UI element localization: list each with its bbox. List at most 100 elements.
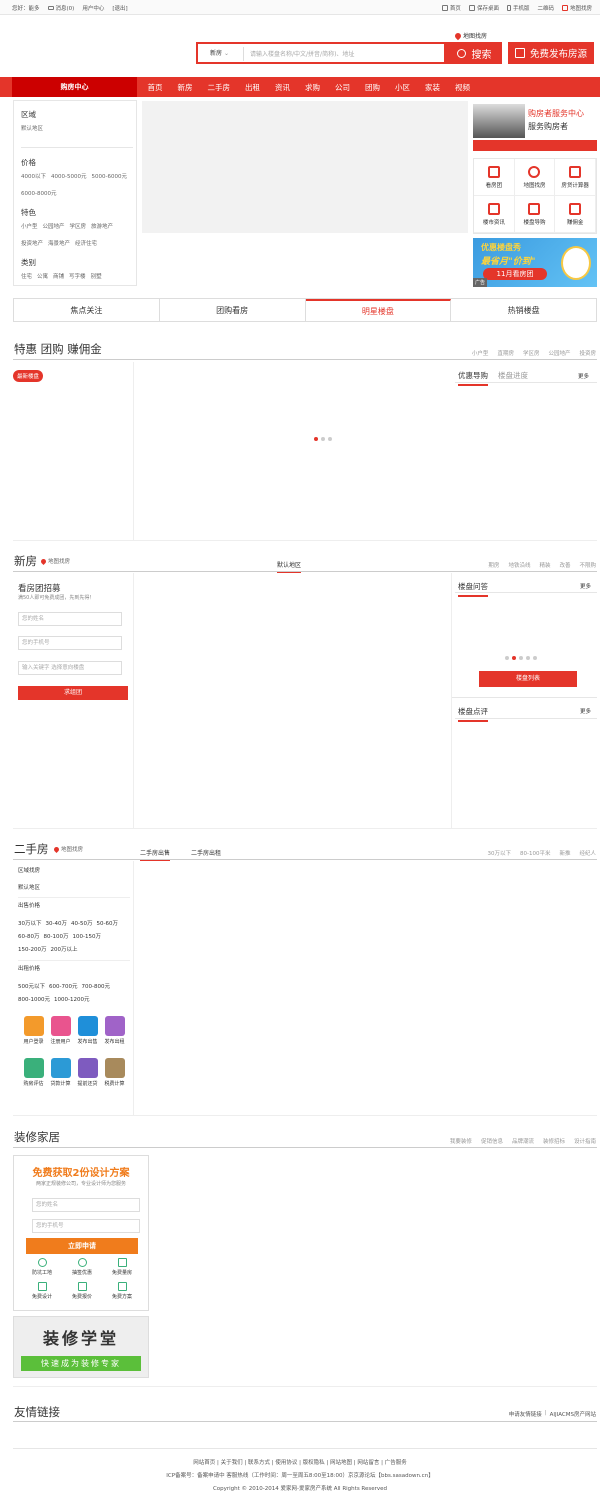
- apply-friend-link[interactable]: 申请友情链接: [509, 1410, 542, 1418]
- service-item-news[interactable]: 楼市资讯: [474, 196, 515, 233]
- tab-hot[interactable]: 热销楼盘: [451, 299, 596, 321]
- new-house-link[interactable]: 地铁沿线: [508, 561, 530, 569]
- area-filter-item[interactable]: 默认地区: [18, 883, 130, 894]
- nav-item-community[interactable]: 小区: [388, 82, 418, 93]
- footer-links[interactable]: 网站首页 | 关于我们 | 联系方式 | 使用协议 | 版权隐私 | 网站地图 …: [0, 1458, 600, 1466]
- filter-type-item[interactable]: 公寓: [37, 271, 48, 283]
- tool-tax-calc[interactable]: 税费计算: [101, 1058, 128, 1087]
- sale-price-item[interactable]: 200万以上: [50, 944, 77, 957]
- service-item-map[interactable]: 地图找房: [514, 159, 556, 196]
- tab-focus[interactable]: 焦点关注: [14, 299, 160, 321]
- name-input[interactable]: 您的姓名: [18, 612, 122, 626]
- sale-price-item[interactable]: 40-50万: [71, 918, 92, 931]
- nav-item-group[interactable]: 团购: [358, 82, 388, 93]
- main-banner-slider[interactable]: [142, 101, 468, 233]
- decor-link[interactable]: 促销信息: [481, 1137, 503, 1145]
- special-more-link[interactable]: 更多: [578, 372, 589, 380]
- sale-price-item[interactable]: 30万以下: [18, 918, 42, 931]
- decor-phone-input[interactable]: 您的手机号: [32, 1219, 140, 1233]
- slider-dot[interactable]: [533, 656, 537, 660]
- sale-price-item[interactable]: 30-40万: [46, 918, 67, 931]
- rent-price-item[interactable]: 1000-1200元: [54, 994, 89, 1007]
- sale-price-item[interactable]: 80-100万: [43, 931, 68, 944]
- service-item-guide[interactable]: 楼盘导购: [514, 196, 556, 233]
- nav-purchase-center[interactable]: 购房中心: [12, 77, 137, 97]
- publish-listing-button[interactable]: 免费发布房源: [508, 42, 594, 64]
- nav-item-new[interactable]: 新房: [170, 82, 200, 93]
- phone-input[interactable]: 您的手机号: [18, 636, 122, 650]
- filter-feature-item[interactable]: 旅游地产: [91, 221, 113, 233]
- tool-prepay[interactable]: 提前还贷: [74, 1058, 101, 1087]
- tab-deals-guide[interactable]: 优惠导购: [458, 370, 488, 386]
- rent-price-item[interactable]: 700-800元: [81, 981, 109, 994]
- keyword-input[interactable]: 输入关键字 选择意向楼盘: [18, 661, 122, 675]
- special-link[interactable]: 学区房: [523, 349, 540, 357]
- mobile-link[interactable]: 手机版: [506, 4, 529, 12]
- tool-login[interactable]: 用户登录: [20, 1016, 47, 1045]
- tab-group-tour[interactable]: 团购看房: [160, 299, 306, 321]
- qrcode-link[interactable]: 二维码: [537, 4, 554, 12]
- friend-link-site[interactable]: AIJIACMS房产网站: [550, 1410, 596, 1418]
- tool-post-rent[interactable]: 发布出租: [101, 1016, 128, 1045]
- tab-progress[interactable]: 楼盘进度: [498, 370, 528, 386]
- decor-feature[interactable]: 免费方案: [102, 1282, 142, 1300]
- sale-price-item[interactable]: 100-150万: [72, 931, 100, 944]
- filter-feature-item[interactable]: 投资地产: [21, 238, 43, 250]
- search-type-select[interactable]: 新房 ⌄: [200, 47, 244, 61]
- sale-price-item[interactable]: 150-200万: [18, 944, 46, 957]
- filter-type-item[interactable]: 别墅: [91, 271, 102, 283]
- secondhand-map-link[interactable]: 地图找房: [52, 845, 83, 853]
- secondhand-link[interactable]: 30万以下: [487, 849, 511, 857]
- user-center-link[interactable]: 用户中心: [82, 4, 104, 12]
- slider-dot[interactable]: [505, 656, 509, 660]
- filter-price-item[interactable]: 4000-5000元: [51, 171, 86, 183]
- special-link[interactable]: 投资房: [579, 349, 596, 357]
- special-link[interactable]: 公园地产: [548, 349, 570, 357]
- rent-price-item[interactable]: 500元以下: [18, 981, 45, 994]
- filter-type-item[interactable]: 住宅: [21, 271, 32, 283]
- slider-dot[interactable]: [512, 656, 516, 660]
- map-search-link-top[interactable]: 地图找房: [561, 4, 592, 12]
- join-group-button[interactable]: 求组团: [18, 686, 128, 700]
- filter-price-item[interactable]: 4000以下: [21, 171, 46, 183]
- new-house-map-link[interactable]: 地图找房: [39, 557, 70, 565]
- nav-item-video[interactable]: 视频: [448, 82, 478, 93]
- home-link[interactable]: 首页: [441, 4, 461, 12]
- tab-star[interactable]: 明星楼盘: [305, 299, 452, 321]
- slider-dot[interactable]: [314, 437, 318, 441]
- filter-feature-item[interactable]: 小户型: [21, 221, 38, 233]
- filter-feature-item[interactable]: 学区房: [70, 221, 87, 233]
- search-input[interactable]: 请输入楼盘名称/中文/拼音/简称)、地址: [250, 49, 354, 58]
- special-link[interactable]: 直期房: [497, 349, 514, 357]
- decor-feature[interactable]: 防坑工地: [22, 1258, 62, 1276]
- decor-link[interactable]: 装修招标: [543, 1137, 565, 1145]
- special-link[interactable]: 小户型: [472, 349, 489, 357]
- decor-link[interactable]: 我要装修: [450, 1137, 472, 1145]
- logout-link[interactable]: [退出]: [112, 4, 127, 12]
- new-house-link[interactable]: 不限购: [579, 561, 596, 569]
- qa-more-link[interactable]: 更多: [580, 582, 591, 590]
- new-house-link[interactable]: 精装: [539, 561, 550, 569]
- tool-loan-calc[interactable]: 贷款计算: [47, 1058, 74, 1087]
- apply-button[interactable]: 立即申请: [26, 1238, 138, 1254]
- tool-register[interactable]: 注册用户: [47, 1016, 74, 1045]
- sale-price-item[interactable]: 60-80万: [18, 931, 39, 944]
- tool-post-sale[interactable]: 发布出售: [74, 1016, 101, 1045]
- decor-feature[interactable]: 免费设计: [22, 1282, 62, 1300]
- decor-link[interactable]: 品牌潮流: [512, 1137, 534, 1145]
- service-item-tour[interactable]: 看房团: [474, 159, 515, 196]
- new-house-link[interactable]: 期房: [488, 561, 499, 569]
- save-desktop-link[interactable]: 保存桌面: [468, 4, 499, 12]
- filter-type-item[interactable]: 商铺: [53, 271, 64, 283]
- search-button[interactable]: 搜索: [446, 42, 502, 64]
- decor-feature[interactable]: 免费量房: [102, 1258, 142, 1276]
- nav-item-company[interactable]: 公司: [328, 82, 358, 93]
- rent-price-item[interactable]: 600-700元: [49, 981, 77, 994]
- slider-dot[interactable]: [519, 656, 523, 660]
- filter-feature-item[interactable]: 公园地产: [43, 221, 65, 233]
- secondhand-link[interactable]: 新推: [559, 849, 570, 857]
- service-item-commission[interactable]: 赚佣金: [555, 196, 596, 233]
- nav-item-secondhand[interactable]: 二手房: [200, 82, 238, 93]
- filter-feature-item[interactable]: 经济住宅: [75, 238, 97, 250]
- filter-type-item[interactable]: 写字楼: [69, 271, 86, 283]
